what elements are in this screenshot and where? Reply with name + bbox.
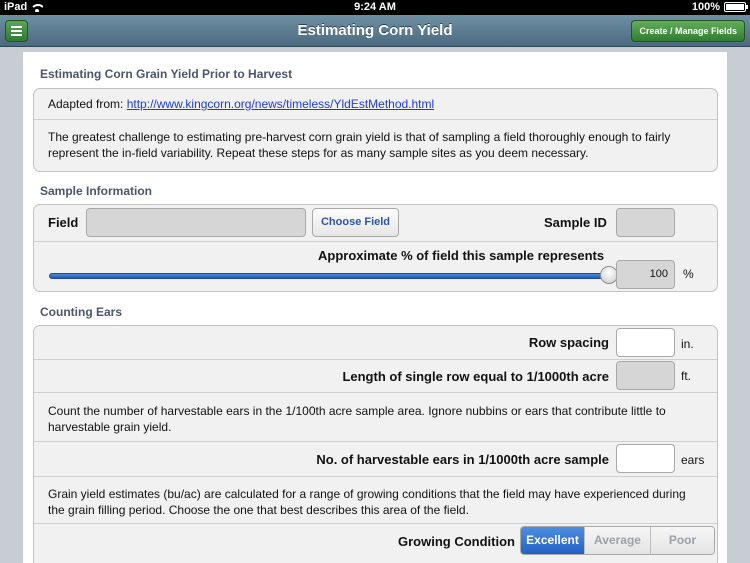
counting-heading: Counting Ears bbox=[40, 305, 123, 319]
adapted-from-row: Adapted from: http://www.kingcorn.org/ne… bbox=[34, 89, 717, 119]
field-row: Field Choose Field Sample ID bbox=[34, 205, 717, 241]
source-link[interactable]: http://www.kingcorn.org/news/timeless/Yl… bbox=[127, 97, 434, 111]
condition-poor[interactable]: Poor bbox=[650, 527, 714, 554]
percent-unit: % bbox=[683, 267, 694, 281]
create-manage-fields-button[interactable]: Create / Manage Fields bbox=[631, 20, 745, 42]
condition-average[interactable]: Average bbox=[584, 527, 650, 554]
intro-heading: Estimating Corn Grain Yield Prior to Har… bbox=[40, 67, 293, 81]
row-spacing-label: Row spacing bbox=[528, 335, 609, 350]
intro-description: The greatest challenge to estimating pre… bbox=[34, 119, 717, 171]
intro-box: Adapted from: http://www.kingcorn.org/ne… bbox=[33, 88, 718, 172]
condition-excellent[interactable]: Excellent bbox=[521, 527, 584, 554]
field-label: Field bbox=[48, 215, 79, 230]
growing-condition-label: Growing Condition bbox=[398, 534, 515, 549]
ears-label: No. of harvestable ears in 1/1000th acre… bbox=[316, 452, 609, 467]
ears-input[interactable] bbox=[616, 444, 675, 473]
growing-condition-row: Growing Condition Excellent Average Poor bbox=[34, 523, 717, 563]
row-spacing-unit: in. bbox=[681, 337, 694, 351]
adapted-from-label: Adapted from: bbox=[48, 97, 127, 111]
sample-id-label: Sample ID bbox=[544, 215, 607, 230]
battery-percent: 100% bbox=[691, 1, 720, 13]
field-input[interactable] bbox=[86, 208, 306, 237]
ears-unit: ears bbox=[681, 453, 705, 467]
row-length-unit: ft. bbox=[681, 369, 692, 383]
percent-row: Approximate % of field this sample repre… bbox=[34, 241, 717, 291]
battery-icon bbox=[724, 2, 748, 12]
percent-value-input[interactable]: 100 bbox=[616, 260, 675, 289]
percent-label: Approximate % of field this sample repre… bbox=[318, 248, 605, 263]
count-instructions: Count the number of harvestable ears in … bbox=[34, 392, 717, 441]
ears-row: No. of harvestable ears in 1/1000th acre… bbox=[34, 441, 717, 476]
sample-box: Field Choose Field Sample ID Approximate… bbox=[33, 204, 718, 292]
row-length-label: Length of single row equal to 1/1000th a… bbox=[342, 369, 609, 384]
navigation-bar: Estimating Corn Yield Create / Manage Fi… bbox=[0, 15, 750, 47]
choose-field-button[interactable]: Choose Field bbox=[312, 208, 399, 237]
percent-slider[interactable] bbox=[49, 273, 609, 279]
sample-heading: Sample Information bbox=[40, 184, 153, 198]
yield-instructions: Grain yield estimates (bu/ac) are calcul… bbox=[34, 476, 717, 523]
row-length-input[interactable] bbox=[616, 361, 675, 390]
main-content: Estimating Corn Grain Yield Prior to Har… bbox=[23, 52, 727, 563]
growing-condition-selector: Excellent Average Poor bbox=[520, 526, 715, 555]
status-time: 9:24 AM bbox=[354, 1, 396, 13]
sample-id-input[interactable] bbox=[616, 208, 675, 237]
row-length-row: Length of single row equal to 1/1000th a… bbox=[34, 359, 717, 392]
status-bar: iPad 9:24 AM 100% bbox=[0, 0, 750, 15]
row-spacing-row: Row spacing in. bbox=[34, 326, 717, 359]
row-spacing-input[interactable] bbox=[616, 328, 675, 357]
counting-box: Row spacing in. Length of single row equ… bbox=[33, 325, 718, 563]
